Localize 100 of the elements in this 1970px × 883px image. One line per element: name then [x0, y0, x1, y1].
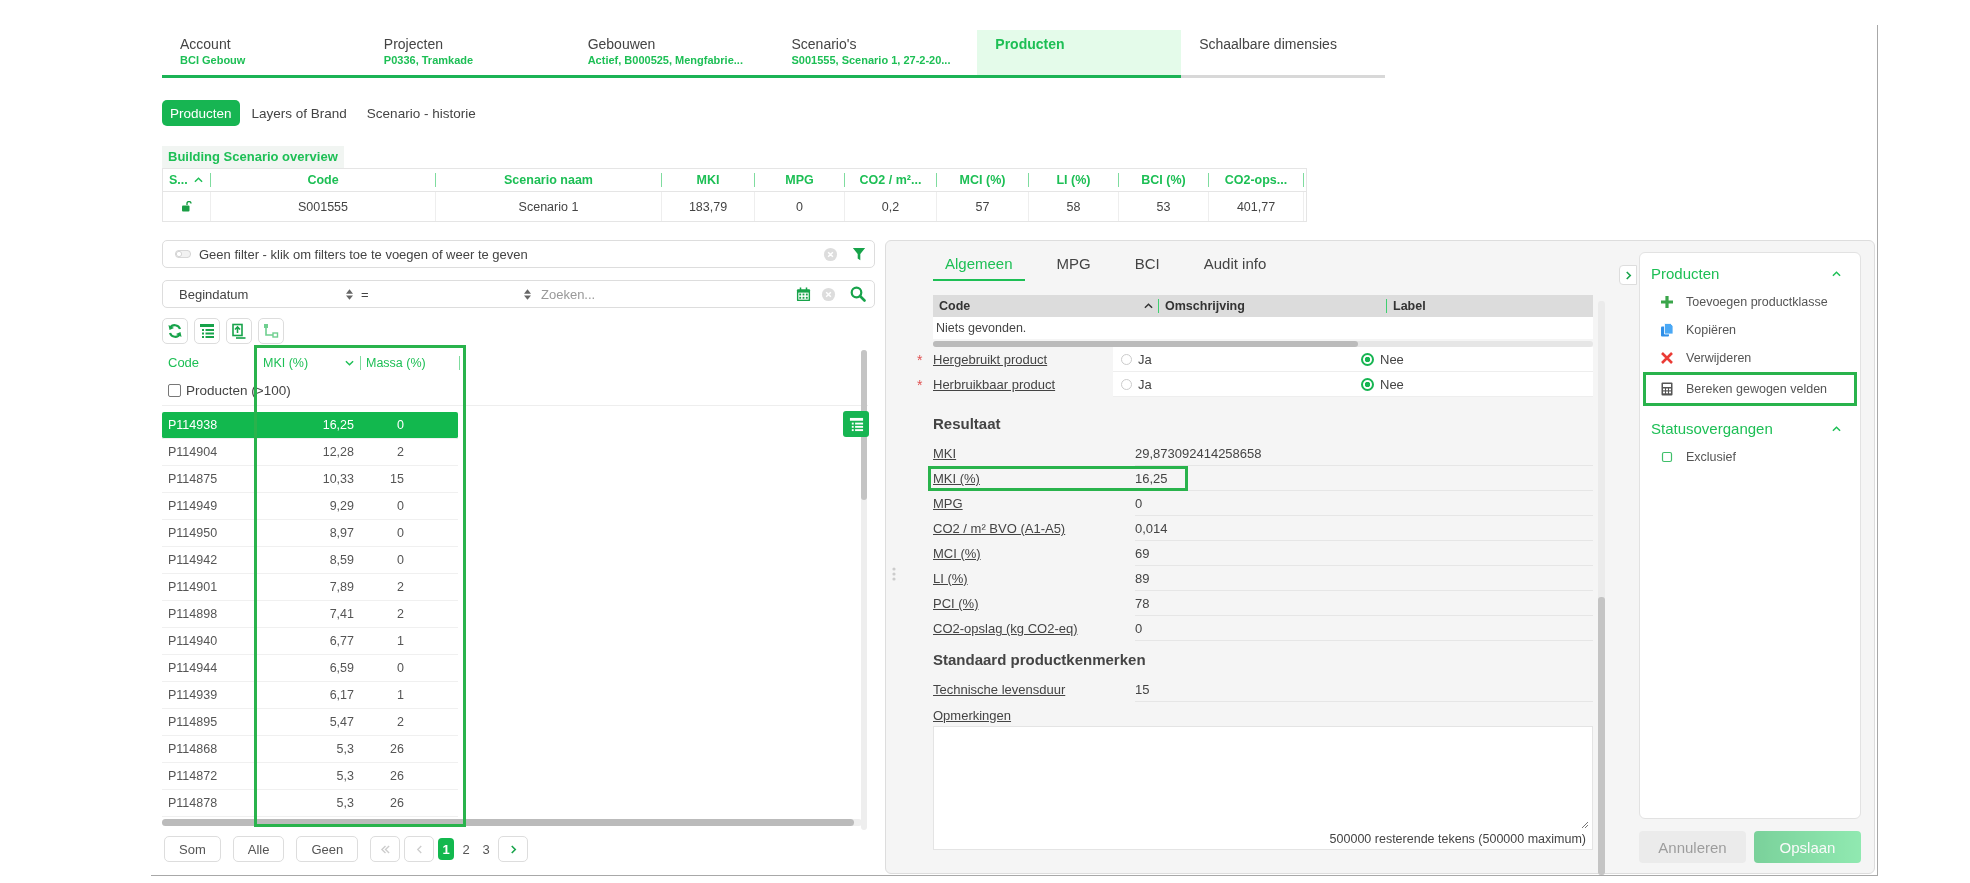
column-header[interactable]: Omschrijving [1158, 299, 1386, 313]
chevron-icon[interactable] [1832, 425, 1841, 432]
step-tab[interactable]: Gebouwen Actief, B000525, Mengfabrie... [569, 30, 774, 78]
list-view-button[interactable] [194, 318, 220, 344]
list-icon [848, 416, 864, 432]
hierarchy-icon [263, 323, 279, 339]
field-value: 0,014 [1135, 516, 1593, 541]
table-cell: 57 [937, 192, 1029, 221]
resize-handle-icon[interactable] [892, 567, 896, 581]
radio-option[interactable]: Ja [1113, 351, 1353, 367]
step-tab[interactable]: Schaalbare dimensies [1181, 30, 1385, 78]
footer-button[interactable]: Geen [296, 836, 359, 862]
detail-tab[interactable]: Audit info [1191, 255, 1279, 281]
detail-tab[interactable]: MPG [1044, 255, 1103, 281]
product-row[interactable]: P114872 5,3 26 [162, 763, 458, 790]
field-value: 0 [1135, 491, 1593, 516]
table-cell: S001555 [211, 192, 436, 221]
product-row[interactable]: P114950 8,97 0 [162, 520, 458, 547]
chevron-left-icon [415, 844, 423, 854]
required-marker: * [917, 376, 923, 393]
unlock-icon [180, 201, 193, 212]
character-counter: 500000 resterende tekens (500000 maximum) [1329, 832, 1586, 846]
table-cell: 401,77 [1209, 192, 1304, 221]
table-cell: 183,79 [662, 192, 755, 221]
field-value: 29,873092414258658 [1135, 441, 1593, 466]
section-title: Standaard productkenmerken [933, 650, 1147, 670]
export-button[interactable] [226, 318, 252, 344]
field-label: Opmerkingen [933, 707, 1013, 725]
sub-tab[interactable]: Layers of Brand [243, 100, 355, 126]
scrollbar[interactable] [162, 819, 862, 826]
action-item[interactable]: Exclusief [1643, 443, 1857, 471]
column-header[interactable]: Code [933, 299, 1158, 313]
square-icon [1660, 450, 1674, 464]
field-value: 89 [1135, 566, 1593, 591]
filter-bar[interactable]: Geen filter - klik om filters toe te voegen of weer te geven [162, 240, 875, 268]
footer-button[interactable]: Alle [232, 836, 285, 862]
page-button[interactable]: 3 [478, 838, 495, 860]
radio-option[interactable]: Nee [1353, 376, 1593, 392]
product-row[interactable]: P114942 8,59 0 [162, 547, 458, 574]
refresh-button[interactable] [162, 318, 188, 344]
collapse-button[interactable] [1619, 265, 1637, 285]
scrollbar[interactable] [933, 341, 1593, 347]
copy-icon [1660, 323, 1674, 337]
product-row[interactable]: P114901 7,89 2 [162, 574, 458, 601]
remarks-field[interactable]: 500000 resterende tekens (500000 maximum) [933, 726, 1593, 850]
product-row[interactable]: P114944 6,59 0 [162, 655, 458, 682]
plus-icon [1660, 295, 1674, 309]
product-row[interactable]: P114940 6,77 1 [162, 628, 458, 655]
clear-icon[interactable] [823, 246, 838, 262]
field-value: 69 [1135, 541, 1593, 566]
first-page-button[interactable] [370, 836, 401, 862]
product-row[interactable]: P114895 5,47 2 [162, 709, 458, 736]
list-icon [199, 323, 215, 339]
product-row[interactable]: P114898 7,41 2 [162, 601, 458, 628]
chevron-right-icon [509, 844, 517, 854]
field-label: MCI (%) [933, 546, 982, 561]
field-label: MPG [933, 496, 964, 511]
action-item[interactable]: Toevoegen productklasse [1643, 288, 1857, 316]
field-label: MKI (%) [933, 471, 981, 486]
radio-option[interactable]: Nee [1353, 351, 1593, 367]
field-label: Technische levensduur [933, 682, 1067, 697]
hierarchy-button[interactable] [258, 318, 284, 344]
scrollbar[interactable] [1598, 301, 1605, 875]
scrollbar[interactable] [861, 350, 867, 830]
footer-button[interactable]: Som [164, 836, 221, 862]
chevron-icon[interactable] [1832, 270, 1841, 277]
table-cell: 58 [1029, 192, 1119, 221]
previous-page-button[interactable] [404, 836, 435, 862]
product-row[interactable]: P114949 9,29 0 [162, 493, 458, 520]
next-page-button[interactable] [498, 836, 529, 862]
field-label: MKI [933, 446, 958, 461]
field-label: CO2-opslag (kg CO2-eq) [933, 621, 1079, 636]
column-header[interactable]: Label [1386, 299, 1586, 313]
product-row[interactable]: P114939 6,17 1 [162, 682, 458, 709]
page-button[interactable]: 2 [458, 838, 475, 860]
filter-icon[interactable] [852, 247, 866, 261]
action-item[interactable]: Verwijderen [1643, 344, 1857, 372]
step-tab[interactable]: Projecten P0336, Tramkade [365, 30, 570, 78]
close-icon [1660, 351, 1674, 365]
field-label: Hergebruikt product [933, 352, 1049, 367]
detail-tab[interactable]: BCI [1122, 255, 1172, 281]
section-title: Building Scenario overview [162, 146, 344, 168]
refresh-icon [167, 323, 183, 339]
resize-icon[interactable] [1581, 821, 1589, 829]
radio-option[interactable]: Ja [1113, 376, 1353, 392]
sub-tab[interactable]: Scenario - historie [358, 100, 484, 126]
step-tab[interactable]: Account BCI Gebouw [162, 30, 366, 78]
field-label: PCI (%) [933, 596, 980, 611]
action-item[interactable]: Kopiëren [1643, 316, 1857, 344]
checkbox[interactable] [168, 383, 181, 397]
action-item[interactable]: Bereken gewogen velden [1643, 372, 1857, 406]
table-cell: Scenario 1 [436, 192, 662, 221]
list-view-button[interactable] [843, 411, 869, 437]
product-row[interactable]: P114868 5,3 26 [162, 736, 458, 763]
product-row[interactable]: P114904 12,28 2 [162, 439, 458, 466]
field-value: 78 [1135, 591, 1593, 616]
section-title: Resultaat [933, 414, 1002, 434]
product-row[interactable]: P114878 5,3 26 [162, 790, 458, 817]
upload-icon [231, 323, 247, 339]
product-row[interactable]: P114875 10,33 15 [162, 466, 458, 493]
